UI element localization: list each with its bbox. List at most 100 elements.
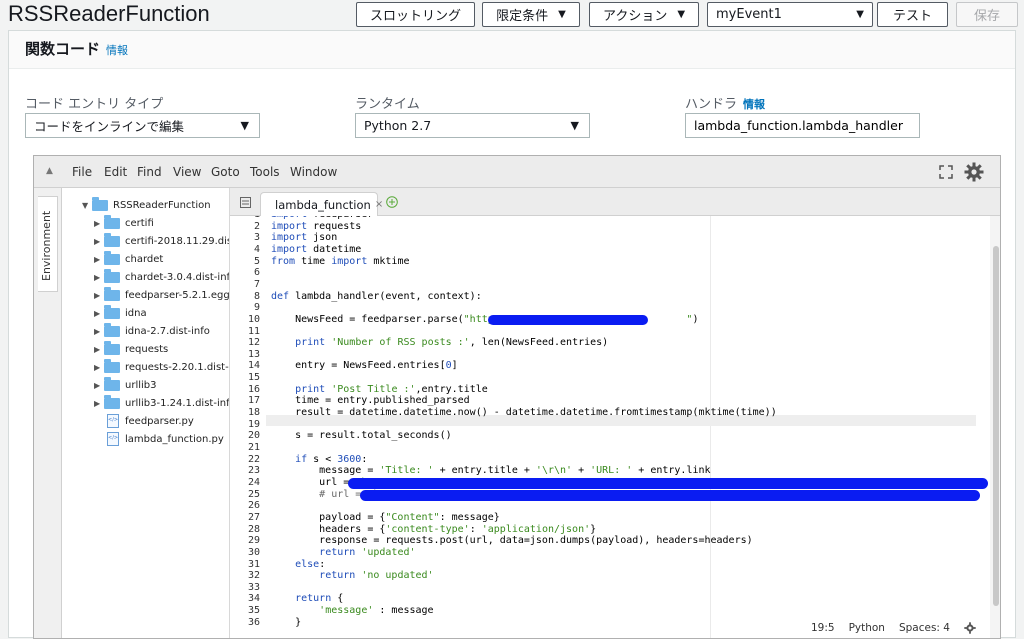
caret-down-icon: ▼	[677, 9, 686, 20]
section-title-text: 関数コード	[25, 40, 101, 58]
line-number: 34	[247, 593, 260, 605]
fullscreen-icon[interactable]	[939, 165, 953, 179]
editor-tab-label: lambda_function	[275, 197, 371, 212]
redaction-mark	[348, 477, 988, 489]
tree-folder[interactable]: ▶ urllib3-1.24.1.dist-info	[94, 394, 229, 412]
code-area[interactable]: 1 import feedparser 2 import requests 3 impor…	[230, 216, 990, 638]
line-number: 4	[253, 243, 260, 255]
editor-pane: lambda_function × 1 import feedparser 2 impo…	[230, 188, 1000, 638]
tree-folder[interactable]: ▶ certifi-2018.11.29.dist-inf	[94, 232, 229, 250]
tree-folder[interactable]: ▶ requests	[94, 340, 168, 358]
menu-tools[interactable]: Tools	[250, 165, 280, 179]
line-number: 13	[247, 348, 260, 360]
python-file-icon	[107, 414, 119, 428]
editor-tab-lambda-function[interactable]: lambda_function ×	[260, 192, 383, 216]
tree-folder[interactable]: ▶ feedparser-5.2.1.egg-info	[94, 286, 230, 304]
tree-folder[interactable]: ▶ idna-2.7.dist-info	[94, 322, 210, 340]
gear-icon[interactable]	[964, 162, 984, 182]
collapse-icon[interactable]: ▲	[46, 166, 53, 176]
code-line: headers = {'content-type': 'application/…	[271, 523, 597, 535]
function-title: RSSReaderFunction	[8, 1, 210, 26]
throttle-label: スロットリング	[369, 9, 461, 24]
environment-tab[interactable]: Environment	[38, 196, 58, 292]
tree-folder[interactable]: ▶ urllib3	[94, 376, 157, 394]
tree-folder[interactable]: ▶ chardet	[94, 250, 163, 268]
line-number: 12	[247, 337, 260, 349]
tree-folder[interactable]: ▶ requests-2.20.1.dist-info	[94, 358, 229, 376]
indent-setting[interactable]: Spaces: 4	[899, 622, 950, 634]
code-line: return 'updated'	[319, 546, 416, 558]
qualifier-dropdown[interactable]: 限定条件 ▼	[482, 2, 580, 27]
folder-icon	[104, 340, 120, 355]
folder-icon	[104, 376, 120, 391]
code-line: return {	[295, 593, 344, 605]
close-icon[interactable]: ×	[375, 199, 383, 210]
code-line: import datetime	[271, 243, 362, 255]
caret-down-icon: ▼	[856, 9, 864, 20]
tree-folder-label: feedparser-5.2.1.egg-info	[125, 289, 230, 301]
menu-goto[interactable]: Goto	[211, 165, 240, 179]
tree-root-label: RSSReaderFunction	[113, 199, 211, 211]
code-line: print 'Number of RSS posts :', len(NewsF…	[295, 337, 609, 349]
print-margin	[710, 216, 711, 638]
handler-label-text: ハンドラ	[685, 97, 738, 112]
handler-input[interactable]	[685, 113, 920, 138]
line-number: 26	[247, 500, 260, 512]
language-mode[interactable]: Python	[849, 622, 885, 634]
actions-label: アクション	[602, 9, 668, 24]
line-number: 10	[247, 313, 260, 325]
tree-folder[interactable]: ▶ idna	[94, 304, 147, 322]
tree-file[interactable]: feedparser.py	[104, 412, 194, 430]
tree-file-label: lambda_function.py	[125, 433, 224, 445]
cursor-position: 19:5	[810, 622, 835, 634]
scrollbar-thumb[interactable]	[993, 246, 999, 606]
test-button[interactable]: テスト	[877, 2, 948, 27]
ide-side-panel: Environment	[34, 188, 62, 638]
tab-list-icon[interactable]	[240, 197, 251, 208]
collapsed-triangle-icon: ▶	[94, 326, 101, 336]
line-number: 21	[247, 442, 260, 453]
editor-scrollbar[interactable]	[990, 216, 1000, 638]
menu-window[interactable]: Window	[290, 165, 337, 179]
redaction-mark	[360, 489, 980, 501]
line-number: 32	[247, 570, 260, 582]
actions-dropdown[interactable]: アクション ▼	[589, 2, 699, 27]
tree-folder[interactable]: ▶ certifi	[94, 214, 154, 232]
caret-down-icon: ▼	[240, 119, 249, 132]
info-link[interactable]: 情報	[106, 44, 128, 57]
folder-icon	[104, 322, 120, 337]
menu-file[interactable]: File	[72, 165, 92, 179]
handler-info-link[interactable]: 情報	[743, 98, 765, 111]
save-button[interactable]: 保存	[956, 2, 1018, 27]
caret-down-icon: ▼	[558, 9, 566, 20]
collapsed-triangle-icon: ▶	[94, 290, 101, 300]
throttle-button[interactable]: スロットリング	[356, 2, 475, 27]
qualifier-label: 限定条件	[496, 9, 549, 24]
line-number: 33	[247, 581, 260, 593]
panel-header: 関数コード 情報	[9, 31, 1015, 69]
add-tab-icon[interactable]	[386, 196, 398, 208]
line-number: 5	[253, 255, 260, 267]
line-number: 16	[247, 383, 260, 395]
entry-type-select[interactable]: コードをインラインで編集 ▼	[25, 113, 260, 138]
line-number: 22	[247, 453, 260, 465]
collapsed-triangle-icon: ▶	[94, 254, 101, 264]
test-event-select[interactable]: myEvent1 ▼	[707, 2, 873, 27]
tree-folder[interactable]: ▶ chardet-3.0.4.dist-info	[94, 268, 229, 286]
tree-file[interactable]: lambda_function.py	[104, 430, 224, 448]
line-number: 36	[247, 616, 260, 628]
menu-find[interactable]: Find	[137, 165, 162, 179]
tree-root-folder[interactable]: ▼ RSSReaderFunction	[82, 196, 211, 214]
caret-down-icon: ▼	[570, 119, 579, 132]
menu-view[interactable]: View	[173, 165, 201, 179]
ide-menubar: ▲ File Edit Find View Goto Tools Window	[34, 156, 1000, 188]
editor-tabbar: lambda_function ×	[230, 188, 1000, 216]
folder-icon	[104, 358, 120, 373]
tree-folder-label: certifi	[125, 217, 154, 229]
tree-folder-label: idna	[125, 307, 147, 319]
menu-edit[interactable]: Edit	[104, 165, 127, 179]
section-title: 関数コード 情報	[25, 38, 128, 59]
runtime-select[interactable]: Python 2.7 ▼	[355, 113, 590, 138]
status-gear-icon[interactable]	[964, 622, 976, 634]
